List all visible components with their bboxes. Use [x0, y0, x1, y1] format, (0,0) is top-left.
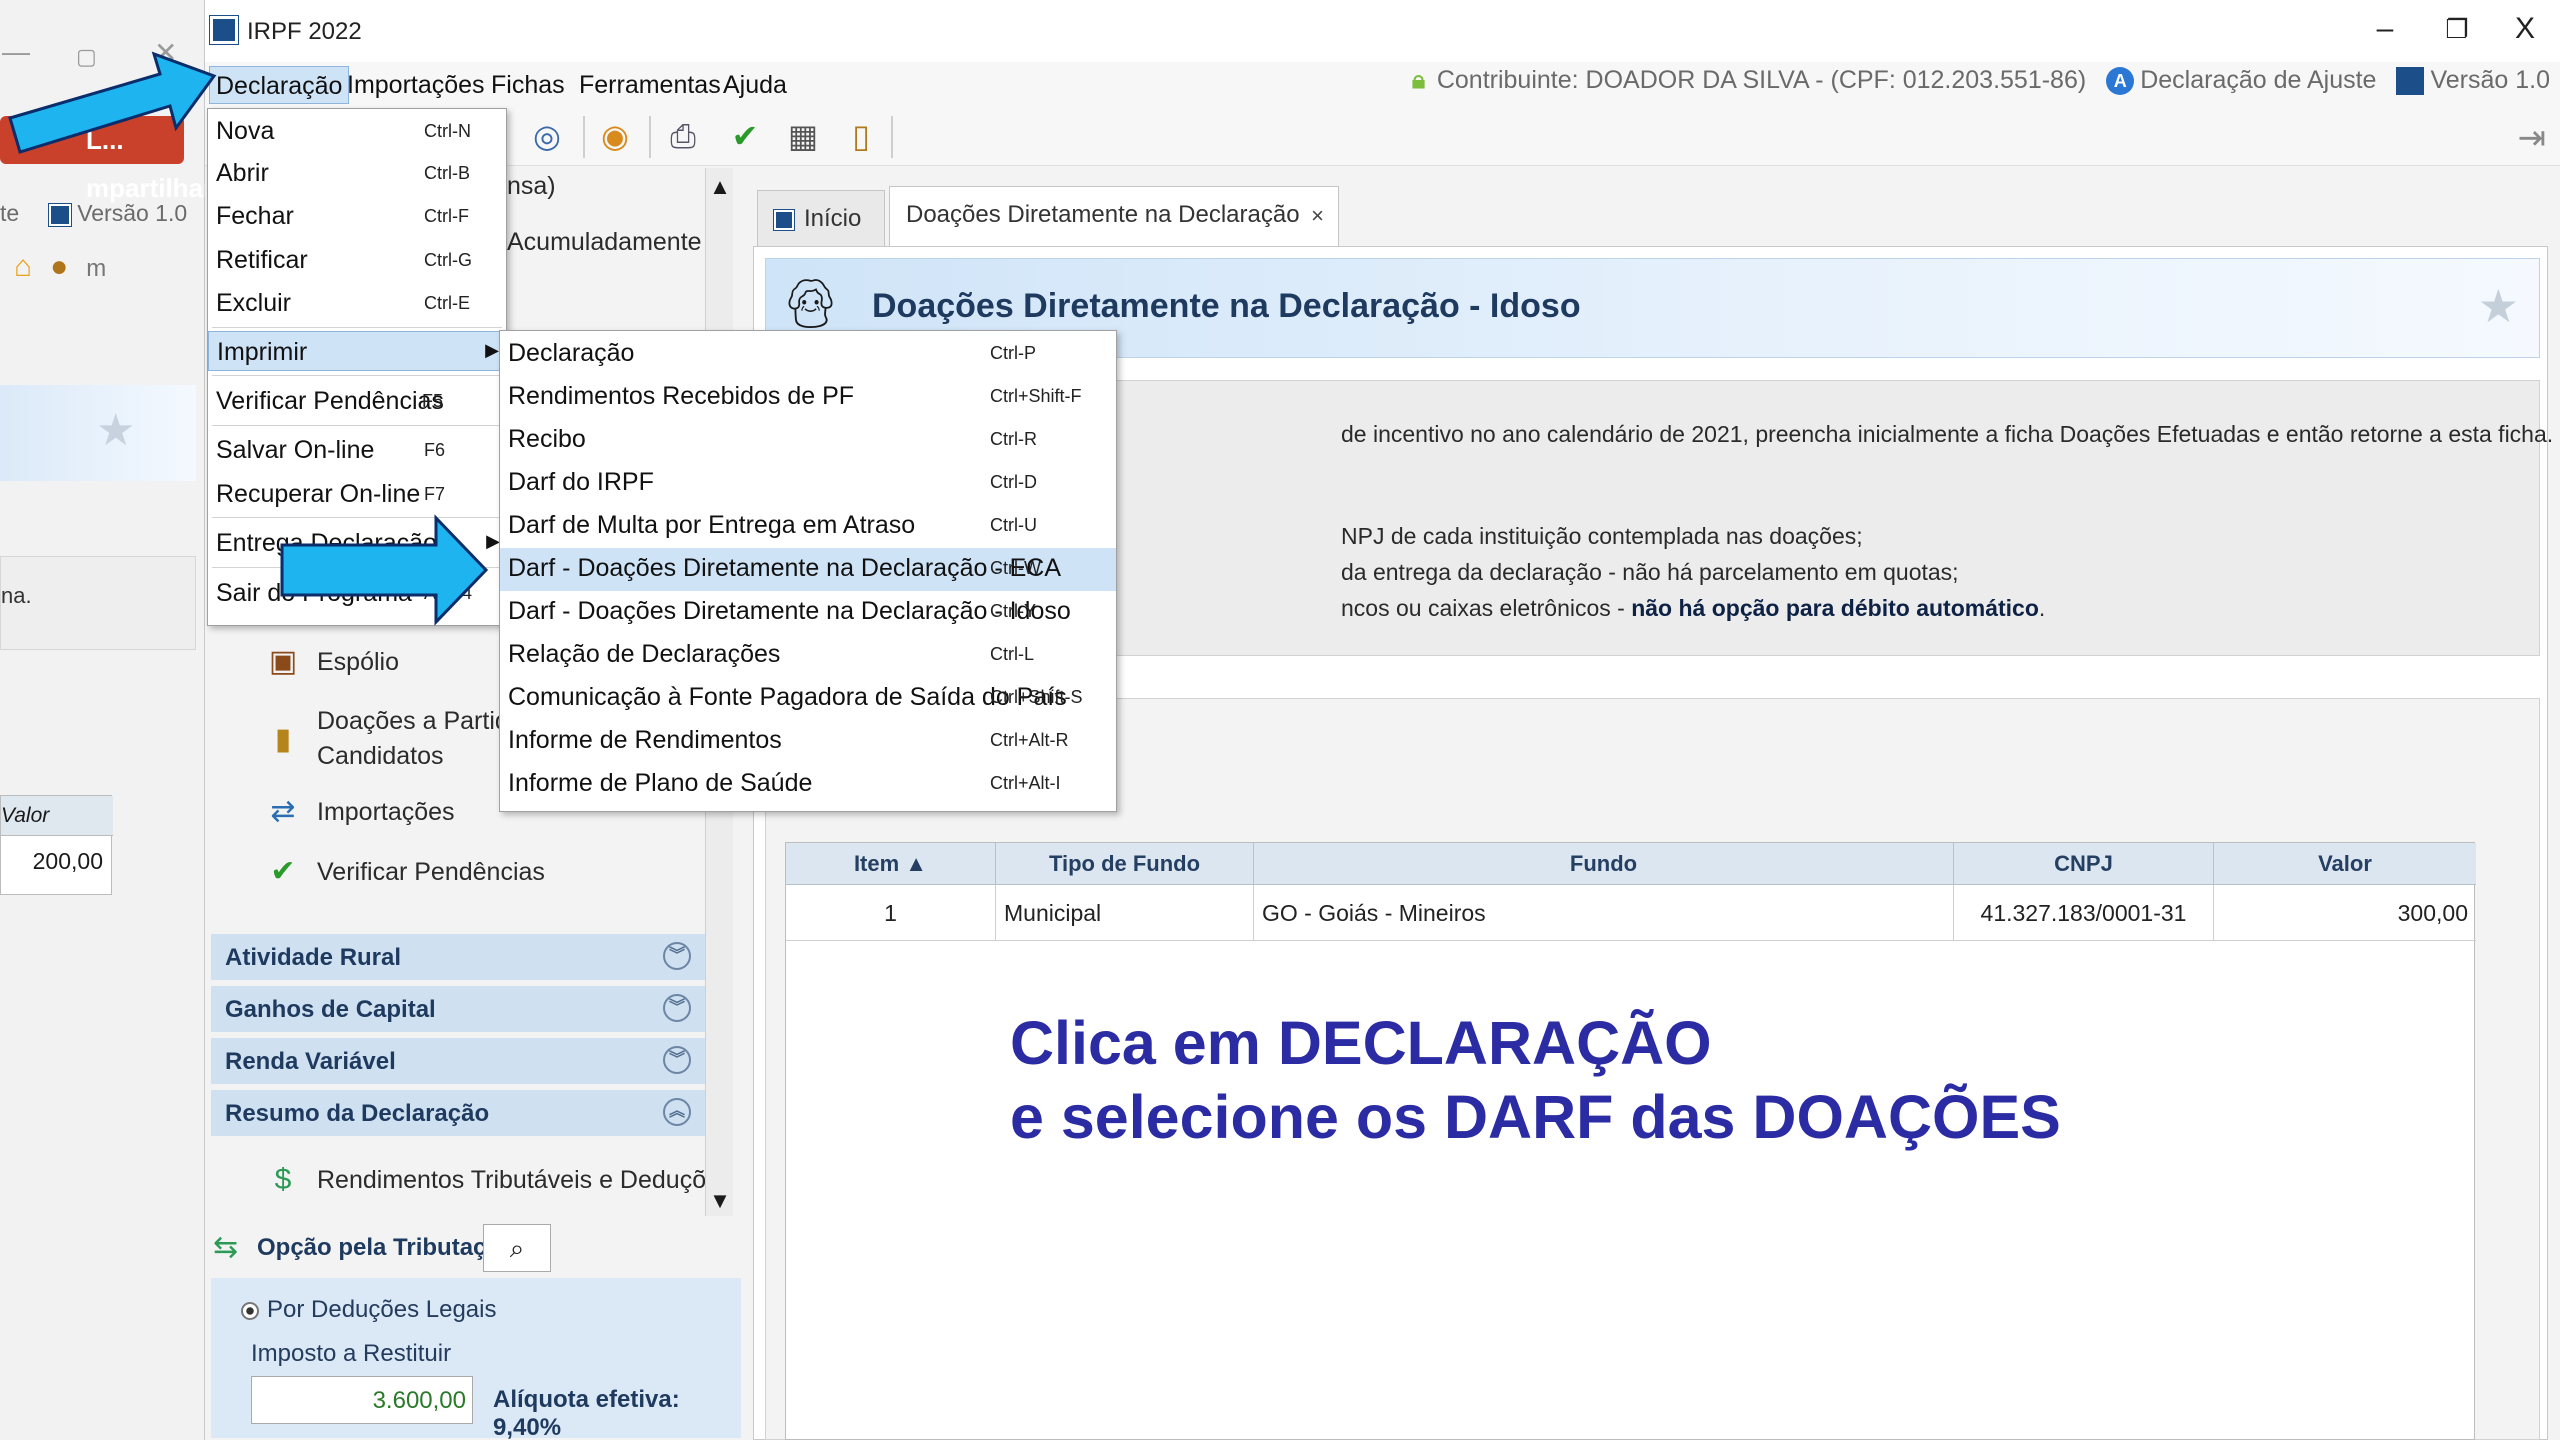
- arrow-to-declaracao-icon: [8, 51, 217, 154]
- annotation-arrows: [8, 51, 489, 626]
- arrow-to-darf-eca-icon: [280, 514, 489, 626]
